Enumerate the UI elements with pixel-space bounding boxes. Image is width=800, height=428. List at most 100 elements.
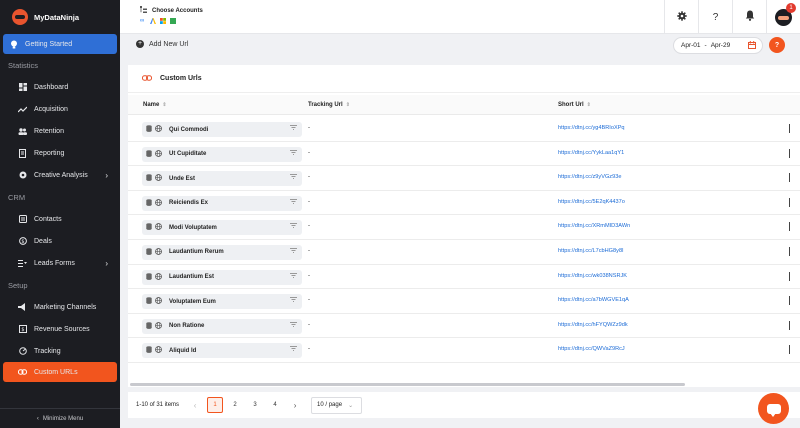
- short-url-link[interactable]: https://dtnj.cc/QWVaZ9RcJ: [558, 346, 625, 352]
- top-bar: Choose Accounts ∞ ? 1: [120, 0, 800, 34]
- minimize-menu-button[interactable]: ‹ Minimize Menu: [0, 408, 120, 428]
- short-url-link[interactable]: https://dtnj.cc/wk038NSRJK: [558, 273, 627, 279]
- sidebar-item-retention[interactable]: Retention: [0, 120, 120, 142]
- date-range-picker[interactable]: Apr-01 - Apr-29: [673, 37, 763, 54]
- short-url-link[interactable]: https://dtnj.cc/5E2qK4437o: [558, 199, 625, 205]
- database-icon: [146, 174, 152, 183]
- short-url-link[interactable]: https://dtnj.cc/L7cbHG8y8I: [558, 248, 624, 254]
- sidebar-item-contacts[interactable]: Contacts: [0, 208, 120, 230]
- sidebar-item-tracking[interactable]: Tracking: [0, 340, 120, 362]
- name-cell[interactable]: Modi Voluptatem: [142, 220, 302, 236]
- svg-text:$: $: [21, 327, 24, 333]
- brand-name: MyDataNinja: [34, 12, 80, 22]
- filter-icon[interactable]: [290, 346, 297, 353]
- short-url-link[interactable]: https://dtnj.cc/a7bWGVE1qA: [558, 297, 629, 303]
- row-divider: [789, 124, 790, 133]
- sort-icon: ⇕: [162, 102, 167, 108]
- page-4-button[interactable]: 4: [267, 397, 283, 413]
- short-url-link[interactable]: https://dtnj.cc/hFYQWZz9dk: [558, 322, 628, 328]
- settings-button[interactable]: [664, 0, 698, 34]
- name-cell[interactable]: Aliquid Id: [142, 343, 302, 359]
- page-size-select[interactable]: 10 / page ⌄: [311, 396, 363, 414]
- short-url-link[interactable]: https://dtnj.cc/z9yVGz93e: [558, 174, 621, 180]
- sidebar-item-getting-started[interactable]: Getting Started: [3, 34, 117, 54]
- prev-page-button[interactable]: ‹: [187, 397, 203, 413]
- sidebar-item-label: Acquisition: [34, 105, 68, 113]
- sidebar-item-reporting[interactable]: Reporting: [0, 142, 120, 164]
- column-label: Short Url: [558, 102, 584, 108]
- column-header-name[interactable]: Name ⇕: [143, 102, 167, 108]
- name-cell[interactable]: Voluptatem Eum: [142, 294, 302, 310]
- short-url-link[interactable]: https://dtnj.cc/yg4BRIoXPq: [558, 125, 625, 131]
- table-row[interactable]: Modi Voluptatem - https://dtnj.cc/XRmMID3A…: [128, 215, 800, 240]
- action-row: + Add New Url Apr-01 - Apr-29 ?: [120, 35, 800, 57]
- sidebar-item-creative-analysis[interactable]: Creative Analysis ›: [0, 164, 120, 186]
- filter-icon[interactable]: [290, 223, 297, 230]
- table-row[interactable]: Laudantium Est - https://dtnj.cc/wk038NSRJ…: [128, 265, 800, 290]
- filter-icon[interactable]: [290, 174, 297, 181]
- name-cell[interactable]: Reiciendis Ex: [142, 195, 302, 211]
- user-menu-button[interactable]: 1: [766, 0, 800, 34]
- table-row[interactable]: Qui Commodi - https://dtnj.cc/yg4BRIoXPq: [128, 117, 800, 142]
- sidebar-item-acquisition[interactable]: Acquisition: [0, 98, 120, 120]
- next-page-button[interactable]: ›: [287, 397, 303, 413]
- name-cell[interactable]: Laudantium Rerum: [142, 244, 302, 260]
- sidebar-item-dashboard[interactable]: Dashboard: [0, 76, 120, 98]
- page-3-button[interactable]: 3: [247, 397, 263, 413]
- filter-icon[interactable]: [290, 321, 297, 329]
- analytics-icon: [170, 18, 176, 24]
- short-url-link[interactable]: https://dtnj.cc/XRmMID3AWn: [558, 223, 630, 229]
- sidebar-item-marketing-channels[interactable]: Marketing Channels: [0, 296, 120, 318]
- column-label: Tracking Url: [308, 102, 343, 108]
- row-divider: [789, 148, 790, 158]
- sidebar-item-label: Marketing Channels: [34, 303, 97, 311]
- sidebar-item-label: Custom URLs: [34, 368, 78, 376]
- chat-icon: [766, 403, 781, 417]
- add-new-url-button[interactable]: + Add New Url: [136, 40, 188, 48]
- sidebar-item-leads-forms[interactable]: Leads Forms ›: [0, 252, 120, 274]
- add-new-url-label: Add New Url: [149, 40, 189, 48]
- name-cell[interactable]: Non Ratione: [142, 318, 302, 334]
- choose-accounts-label: Choose Accounts: [152, 7, 203, 14]
- chat-button[interactable]: [758, 393, 789, 424]
- page-help-button[interactable]: ?: [769, 37, 785, 53]
- table-row[interactable]: Laudantium Rerum - https://dtnj.cc/L7cbHG8…: [128, 240, 800, 265]
- table-row[interactable]: Voluptatem Eum - https://dtnj.cc/a7bWGVE1q…: [128, 289, 800, 314]
- column-header-short-url[interactable]: Short Url ⇕: [558, 102, 591, 108]
- table-header: Name ⇕ Tracking Url ⇕ Short Url ⇕: [128, 95, 800, 115]
- name-cell[interactable]: Ut Cupiditate: [142, 146, 302, 162]
- short-url-link[interactable]: https://dtnj.cc/YykLaa1qY1: [558, 150, 624, 156]
- table-row[interactable]: Ut Cupiditate - https://dtnj.cc/YykLaa1qY1: [128, 142, 800, 167]
- database-icon: [146, 223, 152, 232]
- table-row[interactable]: Non Ratione - https://dtnj.cc/hFYQWZz9dk: [128, 314, 800, 339]
- name-cell[interactable]: Unde Est: [142, 171, 302, 187]
- table-row[interactable]: Unde Est - https://dtnj.cc/z9yVGz93e: [128, 166, 800, 191]
- column-header-tracking-url[interactable]: Tracking Url ⇕: [308, 102, 350, 108]
- sidebar-item-revenue-sources[interactable]: $ Revenue Sources: [0, 318, 120, 340]
- filter-icon[interactable]: [290, 149, 297, 157]
- name-cell[interactable]: Laudantium Est: [142, 269, 302, 285]
- help-button[interactable]: ?: [698, 0, 732, 34]
- horizontal-scrollbar[interactable]: [130, 383, 685, 386]
- filter-icon[interactable]: [290, 247, 297, 255]
- link-icon: [18, 368, 27, 377]
- page-1-button[interactable]: 1: [207, 397, 224, 413]
- table-row[interactable]: Reiciendis Ex - https://dtnj.cc/5E2qK4437o: [128, 191, 800, 216]
- row-divider: [789, 197, 790, 207]
- filter-icon[interactable]: [290, 125, 297, 132]
- filter-icon[interactable]: [290, 272, 297, 280]
- filter-icon[interactable]: [290, 198, 297, 206]
- brand[interactable]: MyDataNinja: [0, 0, 120, 34]
- microsoft-icon: [160, 18, 166, 24]
- sidebar-item-deals[interactable]: $ Deals: [0, 230, 120, 252]
- page-2-button[interactable]: 2: [227, 397, 243, 413]
- table-body: Qui Commodi - https://dtnj.cc/yg4BRIoXPq Ut…: [128, 117, 800, 363]
- sidebar-item-custom-urls[interactable]: Custom URLs: [3, 362, 117, 382]
- svg-text:$: $: [21, 239, 24, 245]
- filter-icon[interactable]: [290, 297, 297, 304]
- choose-accounts[interactable]: Choose Accounts ∞: [140, 6, 203, 24]
- table-row[interactable]: Aliquid Id - https://dtnj.cc/QWVaZ9RcJ: [128, 338, 800, 363]
- notifications-button[interactable]: [732, 0, 766, 34]
- notification-badge: 1: [786, 3, 796, 13]
- name-cell[interactable]: Qui Commodi: [142, 122, 302, 137]
